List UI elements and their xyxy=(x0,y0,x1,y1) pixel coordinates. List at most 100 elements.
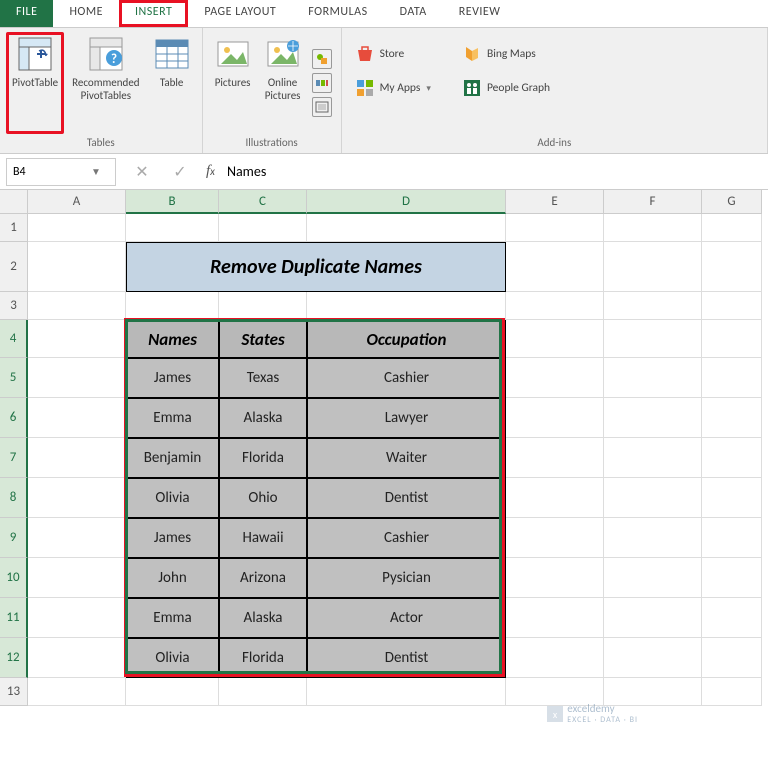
cell-G2[interactable] xyxy=(702,242,762,292)
cell-B7[interactable]: Benjamin xyxy=(126,438,219,478)
fx-icon[interactable]: fx xyxy=(206,163,215,180)
cell-E4[interactable] xyxy=(506,320,604,358)
cell-A1[interactable] xyxy=(28,214,126,242)
cell-A4[interactable] xyxy=(28,320,126,358)
row-header-9[interactable]: 9 xyxy=(0,518,28,558)
pivottable-button[interactable]: PivotTable xyxy=(6,32,64,134)
cell-D5[interactable]: Cashier xyxy=(307,358,506,398)
cell-C9[interactable]: Hawaii xyxy=(219,518,307,558)
cell-B9[interactable]: James xyxy=(126,518,219,558)
row-header-4[interactable]: 4 xyxy=(0,320,28,358)
cell-G6[interactable] xyxy=(702,398,762,438)
shapes-icon[interactable] xyxy=(312,49,332,69)
row-header-2[interactable]: 2 xyxy=(0,242,28,292)
tab-insert[interactable]: INSERT xyxy=(119,0,188,27)
cell-G1[interactable] xyxy=(702,214,762,242)
cell-E7[interactable] xyxy=(506,438,604,478)
tab-review[interactable]: REVIEW xyxy=(443,0,517,27)
cell-D1[interactable] xyxy=(307,214,506,242)
cell-B8[interactable]: Olivia xyxy=(126,478,219,518)
cell-A11[interactable] xyxy=(28,598,126,638)
cell-A7[interactable] xyxy=(28,438,126,478)
tab-page-layout[interactable]: PAGE LAYOUT xyxy=(188,0,292,27)
row-header-12[interactable]: 12 xyxy=(0,638,28,678)
worksheet-grid[interactable]: ABCDEFG 12345678910111213 Remove Duplica… xyxy=(0,190,768,775)
cell-F9[interactable] xyxy=(604,518,702,558)
select-all-corner[interactable] xyxy=(0,190,28,214)
cell-B3[interactable] xyxy=(126,292,219,320)
cell-A2[interactable] xyxy=(28,242,126,292)
name-box-input[interactable] xyxy=(7,165,87,179)
cell-G3[interactable] xyxy=(702,292,762,320)
cell-E5[interactable] xyxy=(506,358,604,398)
cell-F10[interactable] xyxy=(604,558,702,598)
cell-E3[interactable] xyxy=(506,292,604,320)
row-header-13[interactable]: 13 xyxy=(0,678,28,706)
smartart-icon[interactable] xyxy=(312,73,332,93)
cell-B2[interactable]: Remove Duplicate Names xyxy=(126,242,506,292)
col-header-B[interactable]: B xyxy=(126,190,219,214)
col-header-C[interactable]: C xyxy=(219,190,307,214)
cell-E12[interactable] xyxy=(506,638,604,678)
cell-B10[interactable]: John xyxy=(126,558,219,598)
cell-A5[interactable] xyxy=(28,358,126,398)
cell-E10[interactable] xyxy=(506,558,604,598)
online-pictures-button[interactable]: Online Pictures xyxy=(259,32,307,134)
cell-D3[interactable] xyxy=(307,292,506,320)
row-header-6[interactable]: 6 xyxy=(0,398,28,438)
row-header-7[interactable]: 7 xyxy=(0,438,28,478)
row-header-1[interactable]: 1 xyxy=(0,214,28,242)
cell-G7[interactable] xyxy=(702,438,762,478)
store-button[interactable]: Store xyxy=(350,42,437,66)
formula-input[interactable] xyxy=(215,158,768,186)
cell-D13[interactable] xyxy=(307,678,506,706)
cell-G5[interactable] xyxy=(702,358,762,398)
cell-B5[interactable]: James xyxy=(126,358,219,398)
cell-E8[interactable] xyxy=(506,478,604,518)
name-box-dropdown-icon[interactable]: ▼ xyxy=(87,165,105,178)
cell-A8[interactable] xyxy=(28,478,126,518)
cell-D8[interactable]: Dentist xyxy=(307,478,506,518)
tab-home[interactable]: HOME xyxy=(53,0,119,27)
cell-A12[interactable] xyxy=(28,638,126,678)
cancel-icon[interactable]: ✕ xyxy=(130,162,154,182)
row-header-3[interactable]: 3 xyxy=(0,292,28,320)
cell-D12[interactable]: Dentist xyxy=(307,638,506,678)
cell-D7[interactable]: Waiter xyxy=(307,438,506,478)
my-apps-button[interactable]: My Apps ▾ xyxy=(350,76,437,100)
cell-C5[interactable]: Texas xyxy=(219,358,307,398)
cell-A13[interactable] xyxy=(28,678,126,706)
row-header-8[interactable]: 8 xyxy=(0,478,28,518)
cell-G8[interactable] xyxy=(702,478,762,518)
cell-F2[interactable] xyxy=(604,242,702,292)
cell-F5[interactable] xyxy=(604,358,702,398)
cell-A10[interactable] xyxy=(28,558,126,598)
cell-C3[interactable] xyxy=(219,292,307,320)
row-header-10[interactable]: 10 xyxy=(0,558,28,598)
cell-G4[interactable] xyxy=(702,320,762,358)
cell-C13[interactable] xyxy=(219,678,307,706)
tab-file[interactable]: FILE xyxy=(0,0,53,27)
people-graph-button[interactable]: People Graph xyxy=(457,76,556,100)
cell-E9[interactable] xyxy=(506,518,604,558)
cell-A3[interactable] xyxy=(28,292,126,320)
col-header-E[interactable]: E xyxy=(506,190,604,214)
cell-F12[interactable] xyxy=(604,638,702,678)
cell-F7[interactable] xyxy=(604,438,702,478)
cell-B6[interactable]: Emma xyxy=(126,398,219,438)
cell-B1[interactable] xyxy=(126,214,219,242)
col-header-A[interactable]: A xyxy=(28,190,126,214)
recommended-pivottables-button[interactable]: ? Recommended PivotTables xyxy=(66,32,145,134)
screenshot-icon[interactable] xyxy=(312,97,332,117)
cell-F11[interactable] xyxy=(604,598,702,638)
col-header-F[interactable]: F xyxy=(604,190,702,214)
cell-D11[interactable]: Actor xyxy=(307,598,506,638)
cell-F8[interactable] xyxy=(604,478,702,518)
row-header-11[interactable]: 11 xyxy=(0,598,28,638)
cell-A6[interactable] xyxy=(28,398,126,438)
cell-E6[interactable] xyxy=(506,398,604,438)
cell-F6[interactable] xyxy=(604,398,702,438)
cell-B11[interactable]: Emma xyxy=(126,598,219,638)
cell-F1[interactable] xyxy=(604,214,702,242)
cell-C4[interactable]: States xyxy=(219,320,307,358)
